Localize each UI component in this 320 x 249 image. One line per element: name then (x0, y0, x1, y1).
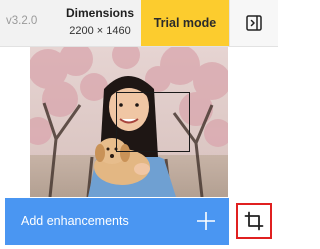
image-canvas: Add enhancements (0, 47, 278, 249)
dimensions-value: 2200 × 1460 (69, 25, 131, 37)
panel-toggle-button[interactable] (229, 0, 278, 46)
add-enhancements-label: Add enhancements (21, 214, 129, 228)
face-detection-box[interactable] (116, 92, 190, 152)
photo-preview[interactable] (30, 47, 228, 197)
trial-mode-button[interactable]: Trial mode (141, 0, 229, 46)
app-version: v3.2.0 (6, 15, 38, 27)
dimensions-info: Dimensions 2200 × 1460 (56, 0, 144, 46)
crop-button[interactable] (236, 203, 272, 239)
add-enhancements-button[interactable]: Add enhancements (5, 198, 229, 245)
dimensions-title: Dimensions (65, 6, 134, 20)
crop-icon (244, 211, 264, 231)
top-bar: v3.2.0 Dimensions 2200 × 1460 Trial mode (0, 0, 278, 47)
plus-icon (197, 212, 215, 230)
sidebar-toggle-icon (246, 15, 262, 31)
